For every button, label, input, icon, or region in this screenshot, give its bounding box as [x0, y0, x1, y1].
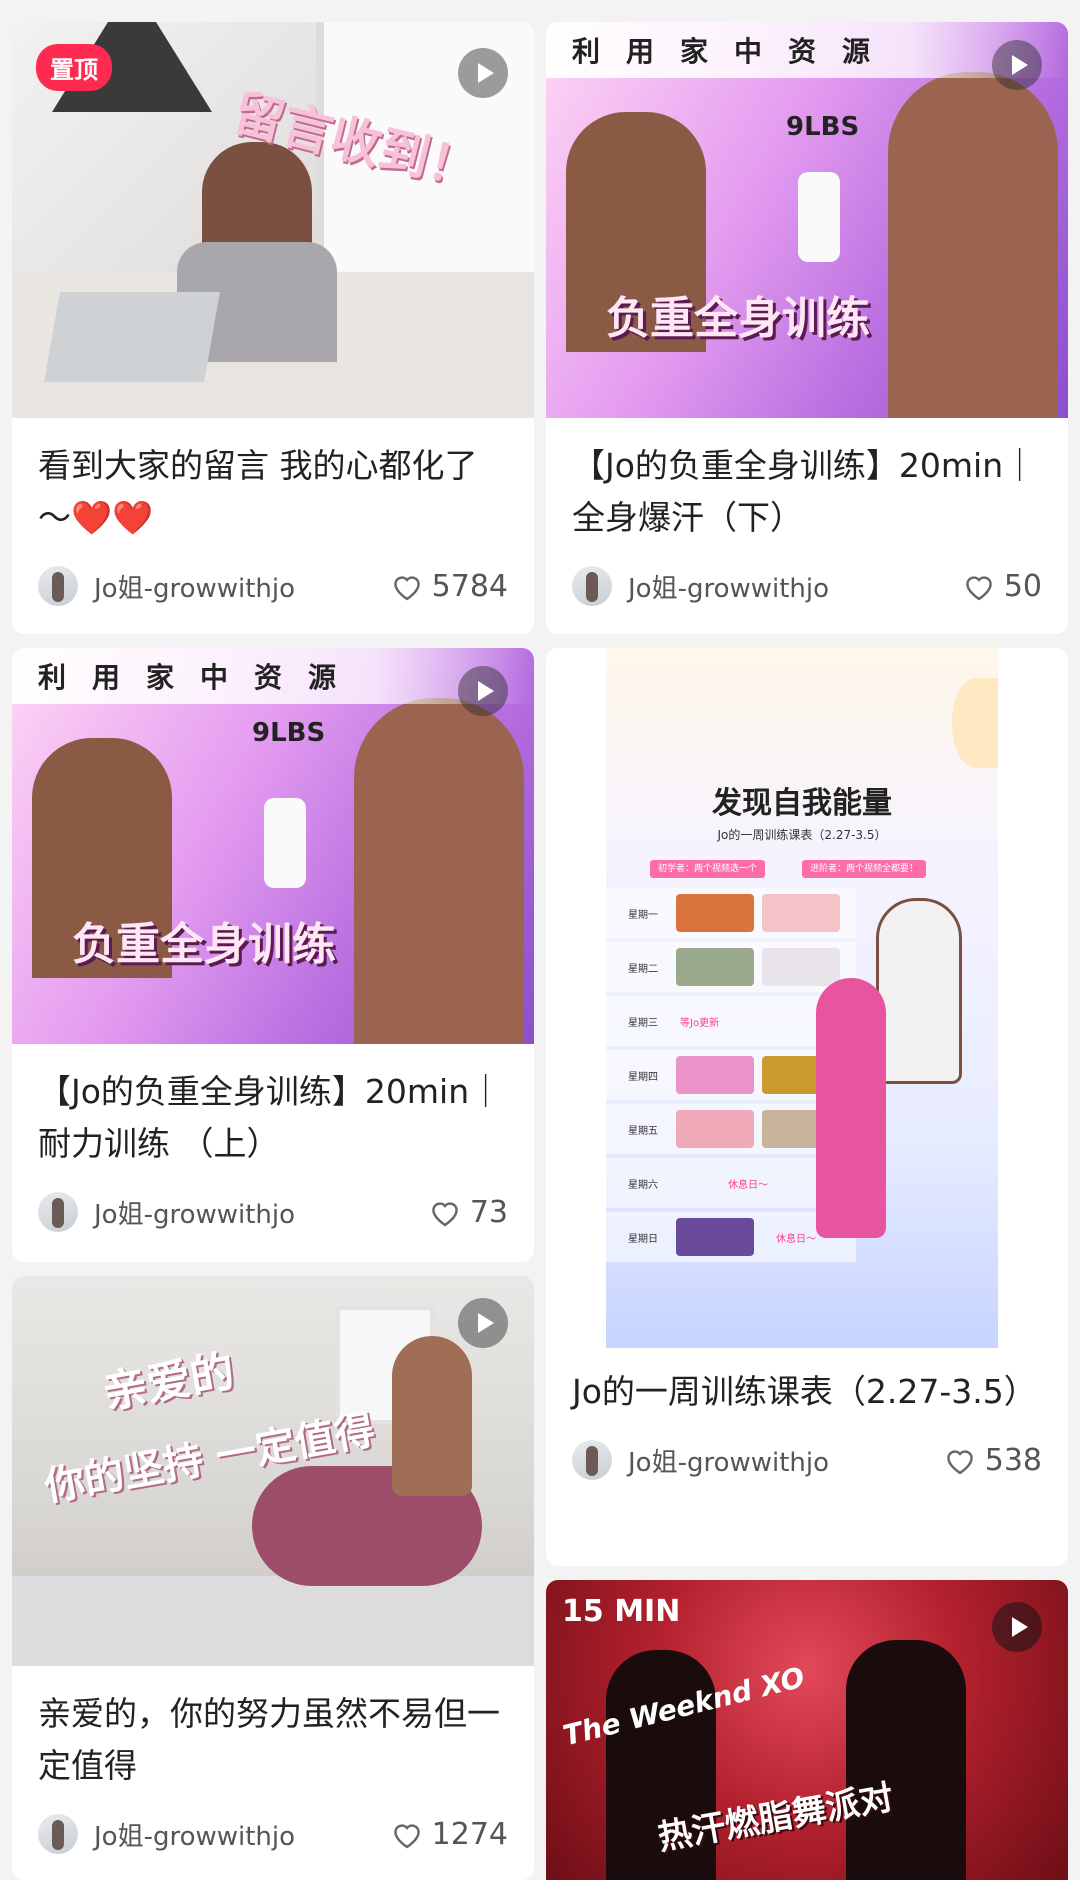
play-icon: [458, 48, 508, 98]
feed-card[interactable]: 置顶 留言收到！ 看到大家的留言 我的心都化了～❤️❤️ Jo姐-growwit…: [12, 22, 534, 634]
like-count: 73: [469, 1194, 508, 1230]
card-meta: Jo姐-growwithjo 73: [12, 1170, 534, 1240]
person-figure: [392, 1336, 472, 1496]
author-name[interactable]: Jo姐-growwithjo: [94, 568, 390, 605]
video-tile: [676, 1218, 754, 1256]
video-thumbnail[interactable]: 15 MIN The Weeknd XO 热汗燃脂舞派对: [546, 1580, 1068, 1880]
heart-outline-icon: [965, 576, 992, 601]
person-right: [354, 698, 524, 1044]
pending-note: 等Jo更新: [680, 1017, 720, 1029]
play-icon: [458, 666, 508, 716]
like-button[interactable]: 5784: [390, 569, 508, 604]
video-tile: [676, 948, 754, 986]
poster-title: 发现自我能量: [712, 786, 892, 821]
advanced-tag: 进阶者：两个视频全都要！: [802, 860, 927, 878]
illustrated-figure: [816, 978, 886, 1238]
content-feed: 置顶 留言收到！ 看到大家的留言 我的心都化了～❤️❤️ Jo姐-growwit…: [0, 0, 1080, 1880]
schedule-row: 星期一: [606, 888, 856, 938]
video-tile: [676, 1056, 754, 1094]
person-right: [888, 72, 1058, 418]
thumbnail-banner: 利用家中资源: [12, 648, 534, 704]
thumbnail-caption-line1: 亲爱的: [99, 1345, 239, 1420]
day-label: 星期一: [628, 909, 658, 921]
thumbnail-caption: 负重全身训练: [72, 919, 336, 970]
day-label: 星期日: [628, 1233, 658, 1245]
avatar[interactable]: [572, 566, 612, 606]
water-bottle: [798, 172, 840, 262]
schedule-poster: 发现自我能量 Jo的一周训练课表（2.27-3.5） 初学者：两个视频选一个 进…: [606, 648, 998, 1348]
card-meta: Jo姐-growwithjo 5784: [12, 544, 534, 614]
laptop: [44, 292, 220, 382]
feed-card[interactable]: 亲爱的 你的坚持 一定值得 亲爱的，你的努力虽然不易但一定值得 Jo姐-grow…: [12, 1276, 534, 1880]
weight-label: 9LBS: [786, 112, 860, 142]
author-name[interactable]: Jo姐-growwithjo: [94, 1194, 428, 1231]
illustrated-figure: [876, 898, 962, 1084]
day-label: 星期四: [628, 1071, 658, 1083]
author-name[interactable]: Jo姐-growwithjo: [628, 1442, 943, 1479]
feed-card[interactable]: 15 MIN The Weeknd XO 热汗燃脂舞派对: [546, 1580, 1068, 1880]
schedule-image[interactable]: 发现自我能量 Jo的一周训练课表（2.27-3.5） 初学者：两个视频选一个 进…: [546, 648, 1068, 1348]
thumbnail-banner: 利用家中资源: [546, 22, 1068, 78]
card-title: Jo的一周训练课表（2.27-3.5）: [572, 1372, 1037, 1411]
video-thumbnail[interactable]: 置顶 留言收到！: [12, 22, 534, 418]
weight-label: 9LBS: [252, 718, 326, 748]
like-count: 50: [1003, 568, 1042, 604]
rest-note: 休息日～: [776, 1233, 816, 1245]
schedule-row: 星期二: [606, 942, 856, 992]
heart-outline-icon: [431, 1202, 458, 1227]
like-count: 1274: [431, 1816, 508, 1852]
avatar[interactable]: [38, 1814, 78, 1854]
video-thumbnail[interactable]: 利用家中资源 9LBS 负重全身训练: [12, 648, 534, 1044]
feed-card[interactable]: 利用家中资源 9LBS 负重全身训练 【Jo的负重全身训练】20min｜耐力训练…: [12, 648, 534, 1262]
beginner-tag: 初学者：两个视频选一个: [650, 860, 766, 878]
like-button[interactable]: 1274: [390, 1817, 508, 1852]
day-label: 星期三: [628, 1017, 658, 1029]
day-label: 星期二: [628, 963, 658, 975]
video-tile: [762, 948, 840, 986]
video-thumbnail[interactable]: 亲爱的 你的坚持 一定值得: [12, 1276, 534, 1666]
dancer-silhouette: [846, 1640, 966, 1880]
card-meta: Jo姐-growwithjo 50: [546, 544, 1068, 614]
feed-card[interactable]: 发现自我能量 Jo的一周训练课表（2.27-3.5） 初学者：两个视频选一个 进…: [546, 648, 1068, 1566]
like-button[interactable]: 73: [428, 1195, 508, 1230]
card-meta: Jo姐-growwithjo 538: [546, 1418, 1068, 1488]
card-title: 亲爱的，你的努力虽然不易但一定值得: [38, 1694, 500, 1785]
pinned-badge: 置顶: [36, 44, 112, 91]
day-label: 星期五: [628, 1125, 658, 1137]
like-count: 5784: [431, 568, 508, 604]
card-meta: Jo姐-growwithjo 1274: [12, 1792, 534, 1862]
card-title: 【Jo的负重全身训练】20min｜耐力训练 （上）: [38, 1072, 503, 1163]
play-icon: [992, 40, 1042, 90]
heart-outline-icon: [393, 1824, 420, 1849]
rest-note: 休息日～: [728, 1179, 768, 1191]
heart-outline-icon: [393, 576, 420, 601]
water-bottle: [264, 798, 306, 888]
poster-subtitle: Jo的一周训练课表（2.27-3.5）: [717, 828, 887, 842]
avatar[interactable]: [38, 566, 78, 606]
avatar[interactable]: [38, 1192, 78, 1232]
like-button[interactable]: 50: [962, 569, 1042, 604]
heart-outline-icon: [946, 1450, 973, 1475]
feed-card[interactable]: 利用家中资源 9LBS 负重全身训练 【Jo的负重全身训练】20min｜全身爆汗…: [546, 22, 1068, 634]
video-tile: [676, 894, 754, 932]
video-thumbnail[interactable]: 利用家中资源 9LBS 负重全身训练: [546, 22, 1068, 418]
author-name[interactable]: Jo姐-growwithjo: [628, 568, 962, 605]
video-tile: [762, 894, 840, 932]
like-count: 538: [984, 1442, 1042, 1478]
author-name[interactable]: Jo姐-growwithjo: [94, 1816, 390, 1853]
floor: [12, 1576, 534, 1666]
sun-shape: [952, 678, 998, 768]
card-title: 看到大家的留言 我的心都化了～❤️❤️: [38, 446, 478, 537]
avatar[interactable]: [572, 1440, 612, 1480]
thumbnail-caption: 负重全身训练: [606, 293, 870, 344]
play-icon: [992, 1602, 1042, 1652]
duration-label: 15 MIN: [562, 1594, 681, 1629]
play-icon: [458, 1298, 508, 1348]
video-tile: [676, 1110, 754, 1148]
card-title: 【Jo的负重全身训练】20min｜全身爆汗（下）: [572, 446, 1037, 537]
day-label: 星期六: [628, 1179, 658, 1191]
like-button[interactable]: 538: [943, 1443, 1042, 1478]
